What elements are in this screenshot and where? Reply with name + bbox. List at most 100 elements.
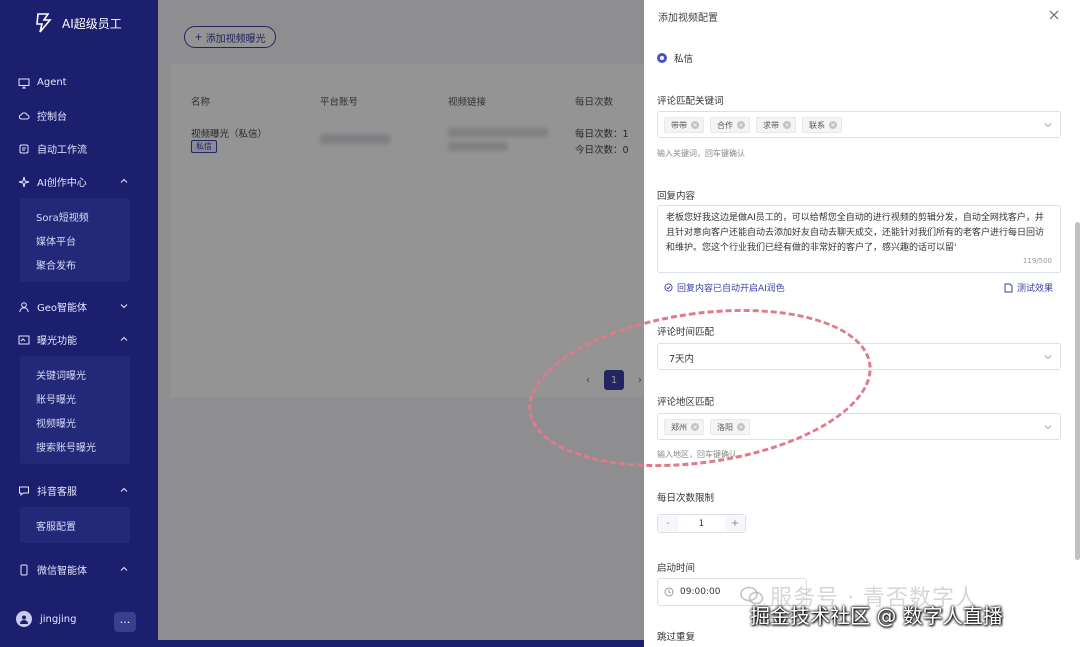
keyword-tag: 带带 × — [664, 117, 704, 133]
user-profile[interactable]: jingjing — [16, 611, 76, 627]
daily-limit-label: 每日次数限制 — [657, 493, 715, 504]
sidebar-item-exposure[interactable]: 曝光功能 — [0, 323, 158, 356]
chevron-down-icon — [1044, 123, 1052, 128]
sidebar-item-geo[interactable]: Geo智能体 — [0, 290, 158, 323]
tag-close-icon[interactable]: × — [691, 423, 699, 431]
prev-page-button[interactable]: ‹ — [578, 370, 598, 390]
sidebar-item-service-config[interactable]: 客服配置 — [20, 513, 130, 537]
sidebar-item-agent[interactable]: Agent — [0, 66, 158, 99]
column-header-account: 平台账号 — [320, 97, 359, 108]
region-match-label: 评论地区匹配 — [657, 397, 715, 408]
main-content: + 添加视频曝光 名称 平台账号 视频链接 每日次数 视频曝光（私信） 私信 每… — [158, 0, 650, 647]
chevron-up-icon — [120, 566, 128, 571]
avatar — [16, 611, 32, 627]
person-icon — [18, 301, 30, 313]
sidebar-item-search-account-exposure[interactable]: 搜索账号曝光 — [20, 434, 130, 458]
sidebar-item-video-exposure[interactable]: 视频曝光 — [20, 410, 130, 434]
chevron-up-icon — [120, 178, 128, 183]
increment-button[interactable]: + — [725, 515, 745, 532]
chat-icon — [18, 485, 30, 497]
sidebar-item-media-platform[interactable]: 媒体平台 — [20, 228, 130, 252]
user-name: jingjing — [40, 613, 77, 625]
sidebar: AI超级员工 Agent 控制台 自动工作流 AI创作中心 Sora短视频 媒体… — [0, 0, 158, 647]
private-message-radio[interactable]: 私信 — [657, 51, 693, 65]
sidebar-item-workflow[interactable]: 自动工作流 — [0, 132, 158, 165]
sidebar-item-ai-creation[interactable]: AI创作中心 — [0, 165, 158, 198]
keywords-select[interactable]: 带带 × 合作 × 求带 × 联系 × — [657, 111, 1061, 138]
monitor-icon — [18, 77, 30, 89]
sidebar-item-console[interactable]: 控制台 — [0, 99, 158, 132]
workflow-icon — [18, 143, 30, 155]
keyword-tag: 联系 × — [802, 117, 842, 133]
column-header-name: 名称 — [191, 97, 211, 108]
sparkle-icon — [18, 176, 30, 188]
ai-polish-note: 回复内容已自动开启AI润色 — [664, 281, 785, 294]
submenu-douyin-service: 客服配置 — [20, 507, 130, 543]
more-button[interactable]: ··· — [114, 612, 136, 632]
sidebar-item-aggregate-publish[interactable]: 聚合发布 — [20, 252, 130, 276]
time-match-label: 评论时间匹配 — [657, 327, 715, 338]
blurred-link-1 — [448, 128, 548, 137]
tag-close-icon[interactable]: × — [691, 121, 699, 129]
skip-duplicate-label: 跳过重复 — [657, 632, 696, 643]
brand[interactable]: AI超级员工 — [34, 12, 122, 34]
close-button[interactable] — [1046, 7, 1062, 23]
sidebar-nav: Agent 控制台 自动工作流 AI创作中心 Sora短视频 媒体平台 聚合发布… — [0, 66, 158, 586]
chevron-down-icon — [1044, 425, 1052, 430]
decrement-button[interactable]: - — [658, 515, 678, 532]
char-counter: 119/500 — [1022, 257, 1052, 265]
sidebar-item-keyword-exposure[interactable]: 关键词曝光 — [20, 362, 130, 386]
reply-textarea[interactable]: 老板您好我这边是做AI员工的，可以给帮您全自动的进行视频的剪辑分发，自动全网找客… — [657, 205, 1061, 273]
row-daily-count: 每日次数：1 — [575, 129, 629, 140]
sidebar-item-sora[interactable]: Sora短视频 — [20, 204, 130, 228]
time-match-value: 7天内 — [669, 354, 695, 365]
keywords-hint: 输入关键词，回车键确认 — [657, 149, 745, 158]
table-panel — [170, 64, 644, 398]
bottom-strip — [158, 640, 644, 647]
row-tag: 私信 — [191, 140, 217, 153]
logo-icon — [36, 13, 52, 33]
reply-label: 回复内容 — [657, 191, 696, 202]
page-1-button[interactable]: 1 — [604, 370, 624, 390]
watermark-juejin: 掘金技术社区 @ 数字人直播 — [750, 604, 1003, 628]
sidebar-item-douyin-service[interactable]: 抖音客服 — [0, 474, 158, 507]
column-header-video-link: 视频链接 — [448, 97, 487, 108]
daily-limit-input[interactable]: 1 — [678, 515, 725, 532]
test-effect-link[interactable]: 测试效果 — [1004, 281, 1053, 294]
time-match-select[interactable]: 7天内 — [657, 343, 1061, 370]
column-header-daily-count: 每日次数 — [575, 97, 614, 108]
add-video-config-drawer: 添加视频配置 私信 评论匹配关键词 带带 × 合作 × 求带 × 联系 × 输入关键词，… — [644, 0, 1080, 647]
pagination: ‹ 1 › — [578, 370, 650, 390]
tag-close-icon[interactable]: × — [737, 423, 745, 431]
blurred-link-2 — [448, 142, 508, 151]
drawer-title: 添加视频配置 — [658, 13, 718, 24]
region-match-select[interactable]: 郑州 × 洛阳 × — [657, 413, 1061, 440]
app-title: AI超级员工 — [62, 16, 122, 31]
plus-icon: + — [194, 31, 203, 43]
keyword-tags: 带带 × 合作 × 求带 × 联系 × — [664, 117, 842, 133]
blurred-account — [320, 134, 390, 144]
start-time-label: 启动时间 — [657, 563, 696, 574]
tag-close-icon[interactable]: × — [829, 121, 837, 129]
sidebar-item-wechat-agent[interactable]: 微信智能体 — [0, 553, 158, 586]
row-today-count: 今日次数：0 — [575, 145, 629, 156]
clock-icon — [664, 587, 674, 597]
sidebar-item-account-exposure[interactable]: 账号曝光 — [20, 386, 130, 410]
tag-close-icon[interactable]: × — [737, 121, 745, 129]
region-tags: 郑州 × 洛阳 × — [664, 419, 750, 435]
submenu-exposure: 关键词曝光 账号曝光 视频曝光 搜索账号曝光 — [20, 356, 130, 464]
keywords-label: 评论匹配关键词 — [657, 96, 724, 107]
chevron-up-icon — [120, 336, 128, 341]
add-video-exposure-button[interactable]: + 添加视频曝光 — [184, 26, 276, 48]
keyword-tag: 求带 × — [756, 117, 796, 133]
daily-limit-stepper: - 1 + — [657, 514, 746, 533]
phone-icon — [18, 564, 30, 576]
region-hint: 输入地区，回车键确认 — [657, 450, 737, 459]
drawer-scrollbar[interactable] — [1075, 222, 1080, 560]
tag-close-icon[interactable]: × — [783, 121, 791, 129]
chevron-up-icon — [120, 487, 128, 492]
keyword-tag: 合作 × — [710, 117, 750, 133]
close-icon — [1049, 10, 1059, 20]
submenu-ai-creation: Sora短视频 媒体平台 聚合发布 — [20, 198, 130, 282]
document-icon — [1004, 283, 1013, 292]
